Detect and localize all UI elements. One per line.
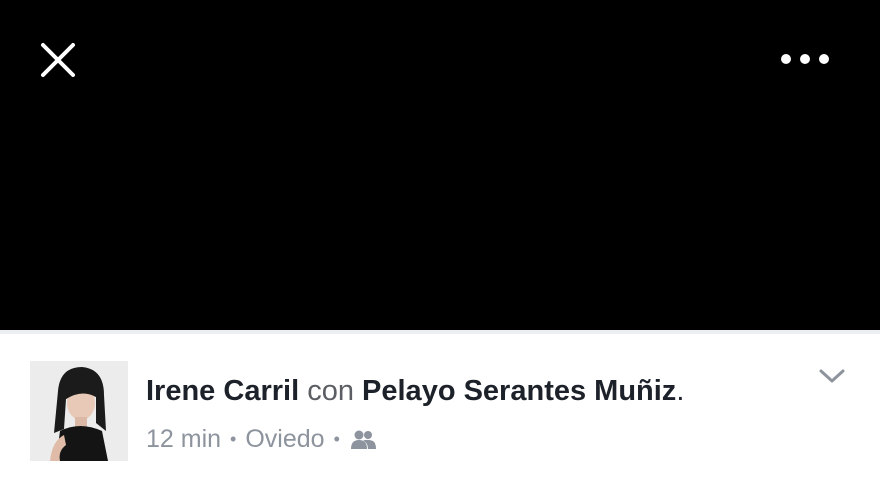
separator-dot: •: [230, 429, 237, 449]
chevron-down-icon: [819, 369, 845, 383]
avatar[interactable]: [30, 361, 128, 461]
author-name[interactable]: Irene Carril: [146, 375, 299, 407]
more-options-button[interactable]: [776, 46, 834, 72]
post-header: Irene Carril con Pelayo Serantes Muñiz. …: [0, 334, 880, 495]
separator-dot-2: •: [333, 429, 340, 449]
post-title: Irene Carril con Pelayo Serantes Muñiz.: [146, 374, 684, 408]
friends-icon: [349, 428, 377, 450]
with-word: con: [307, 375, 354, 407]
post-meta: 12 min • Oviedo •: [146, 424, 377, 454]
photo-viewer: [0, 0, 880, 330]
post-menu-button[interactable]: [817, 366, 847, 386]
tagged-name[interactable]: Pelayo Serantes Muñiz: [362, 375, 676, 407]
post-location[interactable]: Oviedo: [245, 424, 324, 454]
close-button[interactable]: [38, 40, 78, 80]
post-time[interactable]: 12 min: [146, 424, 221, 454]
avatar-image: [30, 361, 128, 461]
trailing-period: .: [676, 375, 685, 407]
close-icon: [41, 43, 75, 77]
more-options-icon: [781, 54, 829, 64]
